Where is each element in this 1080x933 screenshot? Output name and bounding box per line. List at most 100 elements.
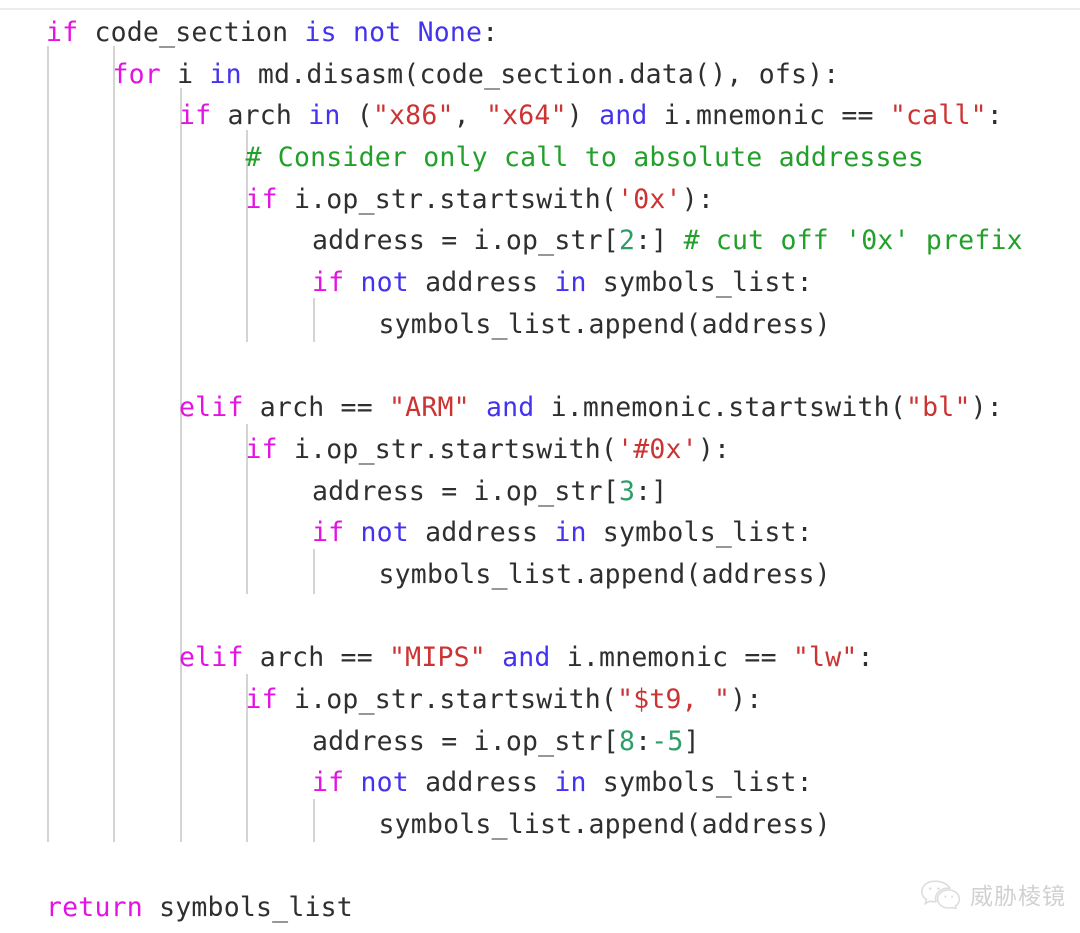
code-line: elif arch == "ARM" and i.mnemonic.starts… (0, 387, 1080, 429)
code-line: address = i.op_str[3:] (0, 471, 1080, 513)
code-line: if not address in symbols_list: (0, 762, 1080, 804)
code-token-plain: ): (681, 183, 714, 215)
code-line: symbols_list.append(address) (0, 554, 1080, 596)
code-token-plain: address = i.op_str[ (312, 225, 619, 257)
code-token-plain: :] (635, 225, 684, 257)
code-token-op: and (485, 392, 535, 424)
code-token-plain: symbols_list.append(address) (378, 308, 831, 340)
code-line: # Consider only call to absolute address… (0, 137, 1080, 179)
code-token-plain: symbols_list (142, 892, 353, 924)
code-token-plain: :] (635, 475, 668, 507)
code-token-comment: # Consider only call to absolute address… (245, 142, 924, 174)
code-line: symbols_list.append(address) (0, 804, 1080, 846)
code-line: return symbols_list (0, 887, 1080, 929)
code-token-plain: symbols_list.append(address) (378, 809, 831, 841)
code-token-plain: ) (566, 100, 600, 132)
wechat-icon (920, 879, 962, 909)
code-token-plain: arch == (243, 642, 390, 674)
watermark: 威胁棱镜 (920, 877, 1066, 911)
code-token-op: in (554, 517, 587, 549)
code-token-plain: ): (730, 684, 763, 715)
code-token-op: is not (304, 17, 402, 48)
code-token-op: and (502, 642, 551, 674)
code-token-kw: return (46, 892, 143, 924)
code-token-plain: address = i.op_str[ (312, 725, 619, 757)
code-token-plain: symbols_list: (586, 517, 813, 549)
code-token-op: in (554, 767, 587, 799)
code-line: symbols_list.append(address) (0, 304, 1080, 346)
code-token-kw: elif (179, 642, 244, 674)
code-token-op: in (209, 58, 242, 90)
code-token-plain: ): (697, 433, 731, 465)
code-line: if not address in symbols_list: (0, 512, 1080, 554)
code-snippet-figure: if code_section is not None: for i in md.… (0, 0, 1080, 933)
code-token-plain: i.mnemonic == (550, 642, 793, 674)
code-token-op: in (308, 100, 341, 132)
code-token-plain: address (408, 767, 555, 799)
code-token-kw: if (312, 517, 345, 549)
code-token-str: "$t9, " (617, 684, 731, 715)
code-token-str: '0x' (617, 183, 682, 215)
code-line: for i in md.disasm(code_section.data(), … (0, 54, 1080, 96)
watermark-text: 威胁棱镜 (970, 884, 1066, 910)
code-token-str: "call" (889, 100, 987, 132)
code-token-op: not (360, 517, 409, 549)
code-token-kw: if (245, 183, 278, 215)
code-token-plain: i (160, 58, 210, 90)
code-token-str: "x64" (485, 100, 567, 132)
code-line: if arch in ("x86", "x64") and i.mnemonic… (0, 95, 1080, 137)
code-line: if not address in symbols_list: (0, 262, 1080, 304)
code-line: address = i.op_str[2:] # cut off '0x' pr… (0, 220, 1080, 262)
code-token-kw: if (245, 684, 278, 715)
code-token-plain: address = i.op_str[ (312, 475, 619, 507)
code-token-plain: ( (340, 100, 373, 132)
code-token-kw: if (312, 767, 345, 799)
code-token-plain: ): (970, 392, 1003, 424)
code-token-op: in (554, 267, 587, 299)
code-token-plain: arch (211, 100, 309, 132)
code-token-str: "ARM" (389, 392, 470, 424)
code-token-num: -5 (651, 725, 684, 757)
code-line: if i.op_str.startswith("$t9, "): (0, 679, 1080, 721)
code-token-op: not (360, 267, 409, 299)
code-token-punct: : (482, 17, 499, 48)
code-token-plain: i.op_str.startswith( (277, 183, 618, 215)
code-token-str: "lw" (792, 642, 858, 674)
code-block: if code_section is not None: for i in md.… (0, 12, 1080, 929)
code-token-punct: : (986, 100, 1003, 132)
code-token-str: "bl" (905, 392, 971, 424)
code-token-kw: for (112, 58, 161, 90)
code-token-num: 2 (618, 225, 636, 257)
code-token-plain: address (408, 517, 555, 549)
code-token-plain: : (635, 725, 652, 757)
top-divider (0, 8, 1080, 10)
code-line: address = i.op_str[8:-5] (0, 721, 1080, 763)
code-token-kw: elif (179, 392, 244, 424)
code-token-str: "x86" (372, 100, 454, 132)
code-token-op: not (360, 767, 409, 799)
code-token-kw: if (245, 433, 278, 465)
code-token-kw: if (46, 17, 79, 48)
code-token-plain: ] (683, 725, 700, 757)
code-token-plain: i.op_str.startswith( (277, 433, 618, 465)
code-token-str: "MIPS" (389, 642, 486, 674)
code-line: elif arch == "MIPS" and i.mnemonic == "l… (0, 637, 1080, 679)
code-token-plain: address (408, 267, 555, 299)
code-token-plain: , (453, 100, 486, 132)
code-token-kw: if (179, 100, 212, 132)
code-token-comment: # cut off '0x' prefix (683, 225, 1023, 257)
code-token-punct: : (857, 642, 874, 674)
code-token-plain: symbols_list.append(address) (378, 558, 831, 590)
code-line: if i.op_str.startswith('0x'): (0, 179, 1080, 221)
code-token-kw: if (312, 267, 345, 299)
code-token-plain: symbols_list: (586, 267, 813, 299)
code-token-str: '#0x' (617, 433, 698, 465)
